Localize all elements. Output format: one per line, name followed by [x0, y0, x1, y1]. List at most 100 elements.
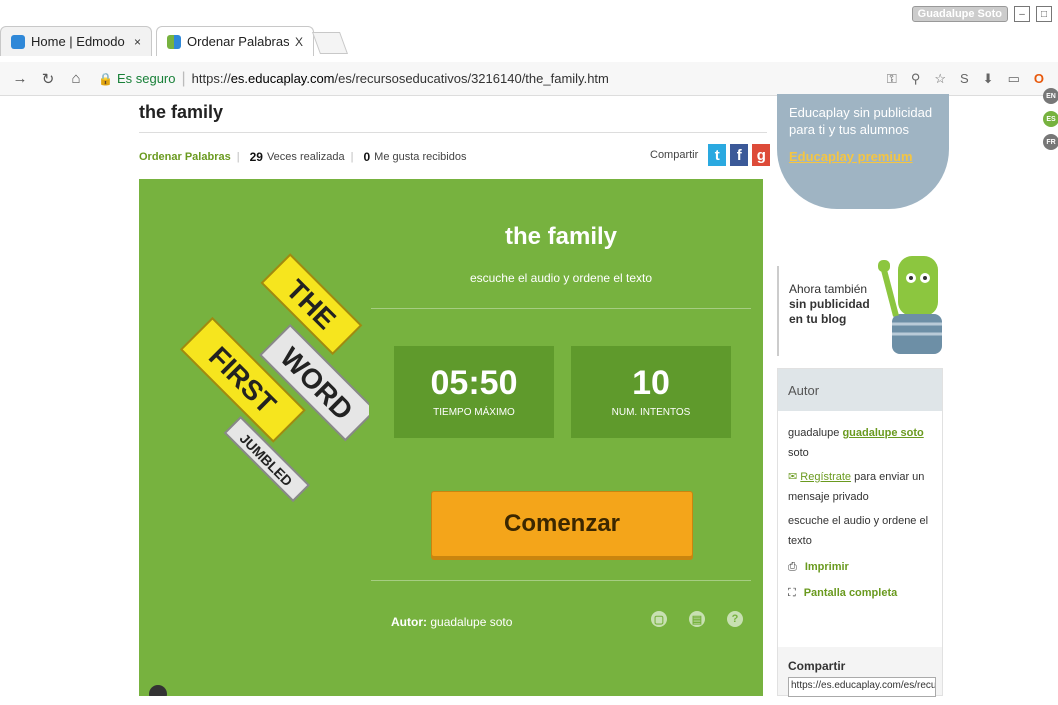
new-tab-button[interactable] — [311, 32, 349, 54]
twitter-icon[interactable]: t — [708, 144, 727, 166]
attempts-label: NUM. INTENTOS — [611, 407, 691, 418]
register-link[interactable]: Regístrate — [800, 471, 851, 483]
max-time-box: 05:50 TIEMPO MÁXIMO — [394, 346, 554, 438]
likes-label: Me gusta recibidos — [374, 151, 467, 163]
divider — [139, 132, 767, 133]
tab-title: Home | Edmodo — [31, 34, 125, 49]
fullscreen-icon[interactable]: ▢ — [651, 611, 667, 627]
fullscreen-link[interactable]: ⛶ Pantalla completa — [788, 583, 932, 603]
tab-strip: Home | Edmodo × Ordenar Palabras the fan… — [0, 22, 1058, 60]
print-icon: ⎙ — [788, 561, 797, 573]
activity-type-link[interactable]: Ordenar Palabras — [139, 151, 231, 163]
reload-icon[interactable]: ↻ — [40, 70, 56, 88]
author-panel-header: Autor — [778, 369, 942, 411]
window-controls: Guadalupe Soto – □ — [911, 6, 1052, 22]
game-icons: ▢ ▤ ? — [651, 611, 743, 627]
home-icon[interactable]: ⌂ — [68, 70, 84, 87]
divider: | — [236, 151, 240, 163]
author-first: guadalupe — [788, 427, 840, 439]
fullscreen-label: Pantalla completa — [803, 587, 898, 599]
language-switcher: EN ES FR — [1043, 88, 1058, 150]
url-host: es.educaplay.com — [230, 71, 335, 86]
author-panel: Autor guadalupe guadalupe soto soto ✉ Re… — [777, 368, 943, 697]
help-icon[interactable]: ? — [727, 611, 743, 627]
educaplay-favicon-icon — [167, 34, 181, 49]
share-header: Compartir — [788, 659, 846, 673]
divider — [371, 580, 751, 581]
blog-line: sin publicidad — [789, 297, 870, 311]
times-count: 29 — [249, 150, 263, 164]
fullscreen-icon: ⛶ — [788, 587, 796, 599]
attempts-box: 10 NUM. INTENTOS — [571, 346, 731, 438]
print-label: Imprimir — [804, 561, 849, 573]
extension-icons: ⚿ ⚲ ☆ S ⬇ ▭ O — [887, 71, 1044, 87]
blog-line: Ahora también — [789, 282, 868, 296]
share-section: Compartir https://es.educaplay.com/es/re… — [778, 651, 944, 705]
lang-en[interactable]: EN — [1043, 88, 1058, 104]
google-plus-icon[interactable]: g — [752, 144, 771, 166]
blog-promo: Ahora también sin publicidad en tu blog — [777, 266, 943, 356]
bookmark-star-icon[interactable]: ☆ — [934, 71, 946, 87]
browser-chrome: Guadalupe Soto – □ Home | Edmodo × Orden… — [0, 0, 1058, 62]
divider — [371, 308, 751, 309]
tab-title: Ordenar Palabras the fan — [187, 34, 289, 49]
max-time-label: TIEMPO MÁXIMO — [433, 407, 515, 418]
audio-control-icon[interactable] — [149, 685, 167, 696]
share-label: Compartir — [650, 149, 699, 161]
promo-text: Educaplay sin publicidad para ti y tus a… — [789, 105, 933, 137]
print-icon[interactable]: ▤ — [689, 611, 705, 627]
word-jumbled-logo: THE WORD FIRST JUMBLED — [179, 253, 369, 503]
author-profile-link[interactable]: guadalupe soto — [842, 427, 923, 439]
author-name: guadalupe soto — [430, 615, 513, 629]
lang-fr[interactable]: FR — [1043, 134, 1058, 150]
maximize-icon[interactable]: □ — [1036, 6, 1052, 22]
register-row: ✉ Regístrate para enviar un mensaje priv… — [788, 467, 932, 507]
edmodo-favicon-icon — [11, 34, 25, 49]
tab-educaplay[interactable]: Ordenar Palabras the fan X — [156, 26, 314, 56]
lang-es[interactable]: ES — [1043, 111, 1058, 127]
close-icon[interactable]: × — [134, 35, 141, 49]
share-bar: Compartir t f g — [650, 144, 771, 166]
logo-word: JUMBLED — [237, 430, 296, 489]
facebook-icon[interactable]: f — [730, 144, 749, 166]
office-icon[interactable]: O — [1034, 71, 1044, 87]
max-time-value: 05:50 — [430, 364, 518, 402]
minimize-icon[interactable]: – — [1014, 6, 1030, 22]
print-link[interactable]: ⎙ Imprimir — [788, 557, 932, 577]
extension-s-icon[interactable]: S — [960, 71, 969, 87]
download-icon[interactable]: ⬇ — [983, 71, 994, 87]
divider: | — [181, 69, 186, 87]
attempts-value: 10 — [632, 364, 670, 402]
share-url-field[interactable]: https://es.educaplay.com/es/recursose — [788, 677, 936, 697]
security-label[interactable]: Es seguro — [117, 71, 176, 86]
key-icon[interactable]: ⚿ — [887, 71, 897, 87]
game-title: the family — [504, 223, 618, 250]
divider: | — [350, 151, 354, 163]
times-label: Veces realizada — [266, 151, 345, 163]
likes-count: 0 — [363, 150, 371, 164]
author-row: guadalupe guadalupe soto — [788, 423, 932, 443]
tab-edmodo[interactable]: Home | Edmodo × — [0, 26, 152, 56]
lock-icon[interactable]: 🔒 — [98, 72, 113, 86]
pin-icon[interactable]: ⚲ — [911, 71, 921, 87]
url-scheme: https:// — [191, 71, 231, 86]
activity-meta: Ordenar Palabras | 29 Veces realizada | … — [139, 150, 466, 164]
profile-button[interactable]: Guadalupe Soto — [911, 6, 1008, 22]
forward-icon[interactable]: → — [12, 70, 28, 87]
start-button[interactable]: Comenzar — [431, 491, 693, 557]
page-title: the family — [139, 102, 224, 122]
close-icon[interactable]: X — [295, 35, 303, 49]
page-content: the family Ordenar Palabras | 29 Veces r… — [0, 88, 1058, 697]
premium-promo: Educaplay sin publicidad para ti y tus a… — [777, 94, 949, 209]
url-path: /es/recursoseducativos/3216140/the_famil… — [334, 71, 609, 86]
game-instructions: escuche el audio y ordene el texto — [469, 271, 653, 285]
premium-link[interactable]: Educaplay premium — [789, 148, 937, 165]
activity-description: escuche el audio y ordene el texto — [788, 515, 929, 547]
author-label: Autor: — [391, 615, 427, 629]
url-field[interactable]: https://es.educaplay.com/es/recursoseduc… — [192, 71, 609, 86]
game-panel: THE WORD FIRST JUMBLED the family escuch… — [139, 179, 763, 696]
game-author: Autor: guadalupe soto — [391, 615, 512, 629]
blog-line: en tu blog — [789, 312, 847, 326]
pdf-icon[interactable]: ▭ — [1008, 71, 1020, 87]
mail-icon: ✉ — [788, 471, 798, 483]
